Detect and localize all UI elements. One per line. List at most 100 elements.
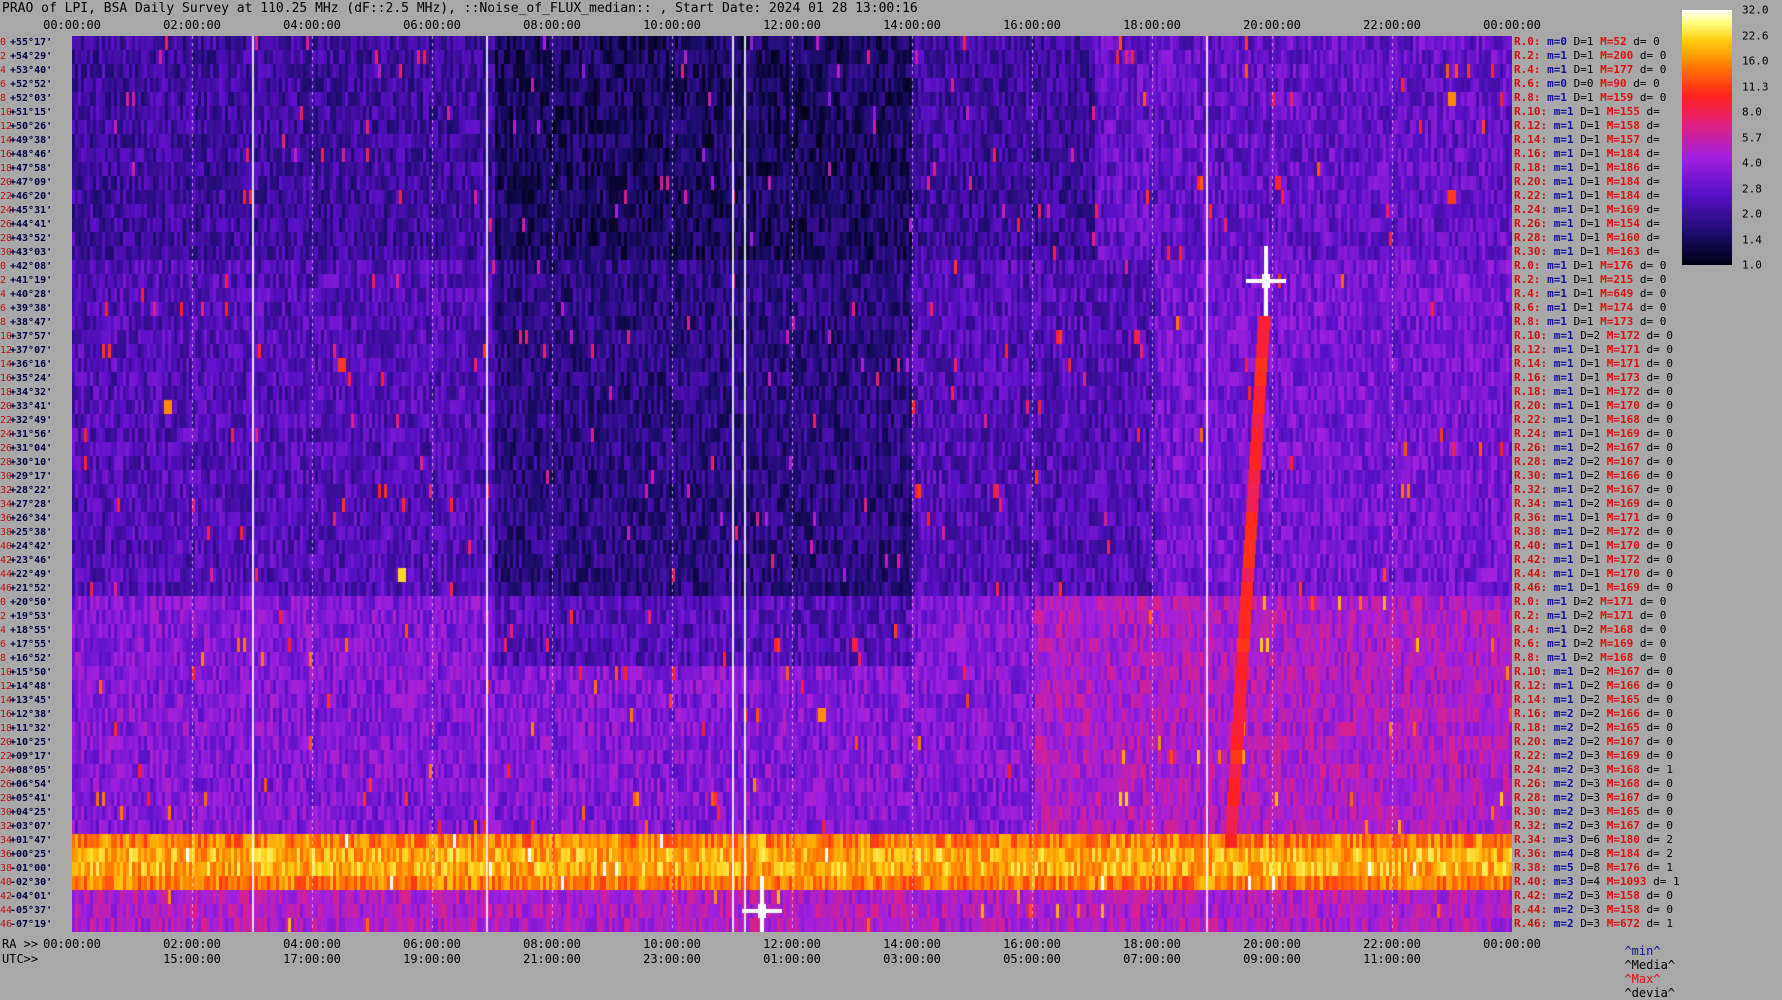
declination-row-label: 42+23°46' xyxy=(0,555,70,567)
declination-value: +27°28' xyxy=(10,499,53,510)
legend-field-M: M=166 xyxy=(1606,679,1647,692)
row-number: 24 xyxy=(0,205,13,216)
row-number: 22 xyxy=(0,191,13,202)
chart-title: PRAO of LPI, BSA Daily Survey at 110.25 … xyxy=(2,1,918,16)
declination-row-label: 38-01°00' xyxy=(0,863,70,875)
legend-field-m: m=1 xyxy=(1547,273,1574,286)
legend-field-m: m=1 xyxy=(1553,483,1581,496)
legend-field-d: d= xyxy=(1646,147,1660,160)
legend-row: R.28: m=2 D=3 M=167 d= 0 xyxy=(1514,791,1673,805)
legend-field-m: m=1 xyxy=(1547,609,1574,622)
row-number: 8 xyxy=(0,317,7,328)
row-number: 46 xyxy=(0,919,13,930)
legend-row: R.22: m=1 D=1 M=184 d= xyxy=(1514,189,1660,203)
declination-row-label: 6 +52°52' xyxy=(0,79,70,91)
legend-row: R.18: m=2 D=2 M=165 d= 0 xyxy=(1514,721,1673,735)
legend-field-M: M=176 xyxy=(1606,861,1647,874)
legend-field-r: R.18: xyxy=(1514,161,1554,174)
row-number: 10 xyxy=(0,107,13,118)
legend-field-d: d= xyxy=(1646,189,1660,202)
declination-value: +46°20' xyxy=(10,191,53,202)
legend-field-r: R.2: xyxy=(1514,49,1548,62)
legend-field-D: D=1 xyxy=(1573,287,1601,300)
legend-field-M: M=176 xyxy=(1600,259,1640,272)
ra-tick-label: 18:00:00 xyxy=(1123,937,1181,951)
declination-value: +00°25' xyxy=(10,849,53,860)
declination-row-label: 44-05°37' xyxy=(0,905,70,917)
legend-row: R.30: m=2 D=3 M=165 d= 0 xyxy=(1514,805,1673,819)
legend-row: R.12: m=1 D=1 M=171 d= 0 xyxy=(1514,343,1673,357)
row-number: 2 xyxy=(0,275,7,286)
utc-tick-label: 11:00:00 xyxy=(1363,952,1421,966)
legend-field-D: D=2 xyxy=(1580,735,1607,748)
legend-field-m: m=1 xyxy=(1553,161,1581,174)
row-number: 4 xyxy=(0,625,7,636)
legend-field-m: m=1 xyxy=(1553,357,1581,370)
legend-field-M: M=165 xyxy=(1606,805,1647,818)
utc-tick-label: 15:00:00 xyxy=(163,952,221,966)
legend-field-r: R.12: xyxy=(1514,343,1554,356)
declination-row-label: 12+37°07' xyxy=(0,345,70,357)
legend-field-m: m=0 xyxy=(1547,35,1574,48)
legend-field-M: M=166 xyxy=(1606,707,1647,720)
declination-row-label: 12+50°26' xyxy=(0,121,70,133)
legend-field-m: m=1 xyxy=(1553,217,1581,230)
legend-field-m: m=1 xyxy=(1553,665,1581,678)
declination-row-label: 8 +16°52' xyxy=(0,653,70,665)
legend-field-D: D=1 xyxy=(1580,539,1607,552)
legend-field-m: m=1 xyxy=(1553,385,1581,398)
top-tick-label: 20:00:00 xyxy=(1243,18,1301,32)
legend-field-r: R.6: xyxy=(1514,637,1548,650)
legend-field-d: d= 0 xyxy=(1646,427,1674,440)
declination-value: -02°30' xyxy=(10,877,53,888)
declination-row-label: 22+32°49' xyxy=(0,415,70,427)
legend-field-d: d= 0 xyxy=(1639,273,1667,286)
legend-field-r: R.24: xyxy=(1514,763,1554,776)
legend-field-d: d= 0 xyxy=(1646,511,1674,524)
declination-value: +49°38' xyxy=(10,135,53,146)
ra-tick-label: 02:00:00 xyxy=(163,937,221,951)
row-number: 18 xyxy=(0,163,13,174)
legend-field-r: R.18: xyxy=(1514,385,1554,398)
row-number: 14 xyxy=(0,695,13,706)
legend-row: R.0: m=0 D=1 M=52 d= 0 xyxy=(1514,35,1660,49)
legend-field-d: d= 0 xyxy=(1639,637,1667,650)
row-number: 38 xyxy=(0,527,13,538)
row-number: 18 xyxy=(0,723,13,734)
row-number: 40 xyxy=(0,541,13,552)
legend-row: R.12: m=1 D=2 M=166 d= 0 xyxy=(1514,679,1673,693)
declination-row-label: 10+15°50' xyxy=(0,667,70,679)
legend-field-d: d= 0 xyxy=(1646,791,1674,804)
legend-field-m: m=2 xyxy=(1553,763,1581,776)
colorbar xyxy=(1682,10,1732,265)
utc-tick-label: 23:00:00 xyxy=(643,952,701,966)
row-number: 36 xyxy=(0,513,13,524)
ra-tick-label: 12:00:00 xyxy=(763,937,821,951)
top-tick-label: 12:00:00 xyxy=(763,18,821,32)
legend-field-m: m=1 xyxy=(1547,63,1574,76)
legend-field-M: M=169 xyxy=(1606,749,1647,762)
legend-field-m: m=1 xyxy=(1553,147,1581,160)
legend-row: R.18: m=1 D=1 M=186 d= xyxy=(1514,161,1660,175)
legend-field-m: m=1 xyxy=(1553,399,1581,412)
footer-media: ^Media^ xyxy=(1624,958,1676,972)
top-tick-label: 04:00:00 xyxy=(283,18,341,32)
legend-field-d: d= 0 xyxy=(1646,539,1674,552)
legend-field-m: m=2 xyxy=(1553,889,1581,902)
ra-tick-label: 10:00:00 xyxy=(643,937,701,951)
legend-row: R.46: m=1 D=1 M=169 d= 0 xyxy=(1514,581,1673,595)
row-number: 12 xyxy=(0,121,13,132)
legend-field-M: M=158 xyxy=(1606,119,1647,132)
legend-field-m: m=3 xyxy=(1553,833,1581,846)
legend-row: R.40: m=1 D=1 M=170 d= 0 xyxy=(1514,539,1673,553)
row-number: 20 xyxy=(0,737,13,748)
declination-value: +36°16' xyxy=(10,359,53,370)
declination-row-label: 16+48°46' xyxy=(0,149,70,161)
row-number: 26 xyxy=(0,779,13,790)
utc-tick-label: 09:00:00 xyxy=(1243,952,1301,966)
legend-field-D: D=2 xyxy=(1580,441,1607,454)
legend-field-m: m=1 xyxy=(1553,413,1581,426)
legend-field-r: R.2: xyxy=(1514,273,1548,286)
row-number: 22 xyxy=(0,415,13,426)
declination-value: +20°50' xyxy=(10,597,53,608)
